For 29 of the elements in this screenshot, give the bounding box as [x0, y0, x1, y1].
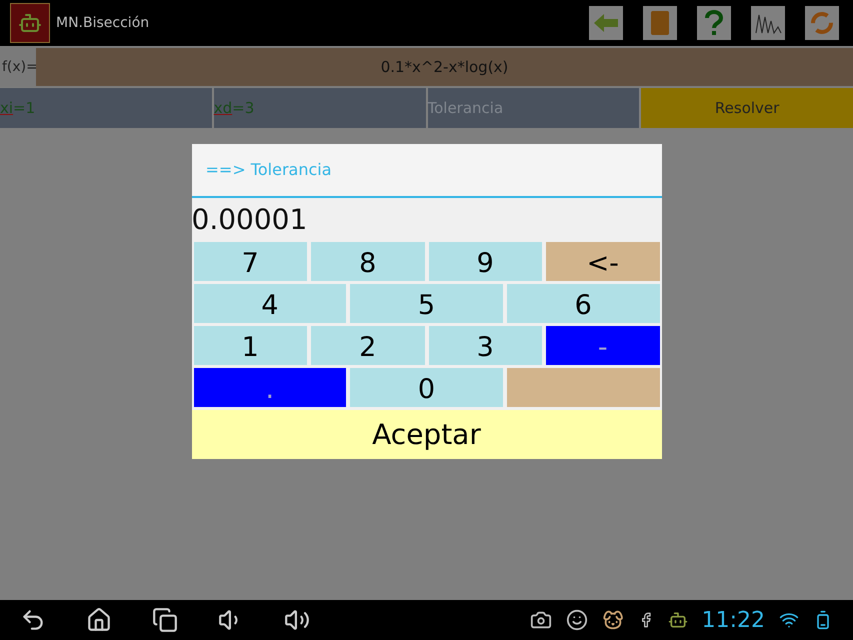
keypad-key[interactable]: 9 [428, 242, 542, 281]
camera-icon[interactable] [530, 609, 552, 631]
accept-button[interactable]: Aceptar [192, 410, 662, 459]
input-value: xd=3 [214, 98, 254, 119]
keypad-key[interactable]: <- [546, 242, 660, 281]
wave-icon[interactable] [751, 6, 785, 40]
recent-apps-icon[interactable] [152, 607, 178, 633]
volume-up-icon[interactable] [284, 607, 310, 633]
home-icon[interactable] [86, 607, 112, 633]
keypad-key[interactable]: 1 [194, 326, 307, 365]
input-value: xi=1 [0, 98, 36, 119]
keypad-key[interactable]: 6 [506, 284, 660, 323]
keypad-key[interactable]: 2 [311, 326, 424, 365]
dog-icon[interactable] [602, 609, 624, 631]
value-display: 0.00001 [192, 202, 308, 238]
keypad-key[interactable]: 8 [311, 242, 424, 281]
keypad-key[interactable]: 0 [350, 368, 503, 407]
keypad-key[interactable]: 7 [194, 242, 307, 281]
clock: 11:22 [702, 606, 765, 634]
keypad-key[interactable]: 4 [194, 284, 346, 323]
keypad-key[interactable]: 3 [428, 326, 542, 365]
robot-icon[interactable] [668, 610, 688, 630]
function-label: f(x)= [1, 58, 36, 76]
dialog-title: ==> Tolerancia [206, 159, 332, 181]
app-logo-icon [10, 3, 50, 43]
help-icon[interactable] [697, 6, 731, 40]
face-icon[interactable] [566, 609, 588, 631]
app-title: MN.Bisección [56, 14, 150, 32]
keypad-key[interactable]: 5 [350, 284, 503, 323]
